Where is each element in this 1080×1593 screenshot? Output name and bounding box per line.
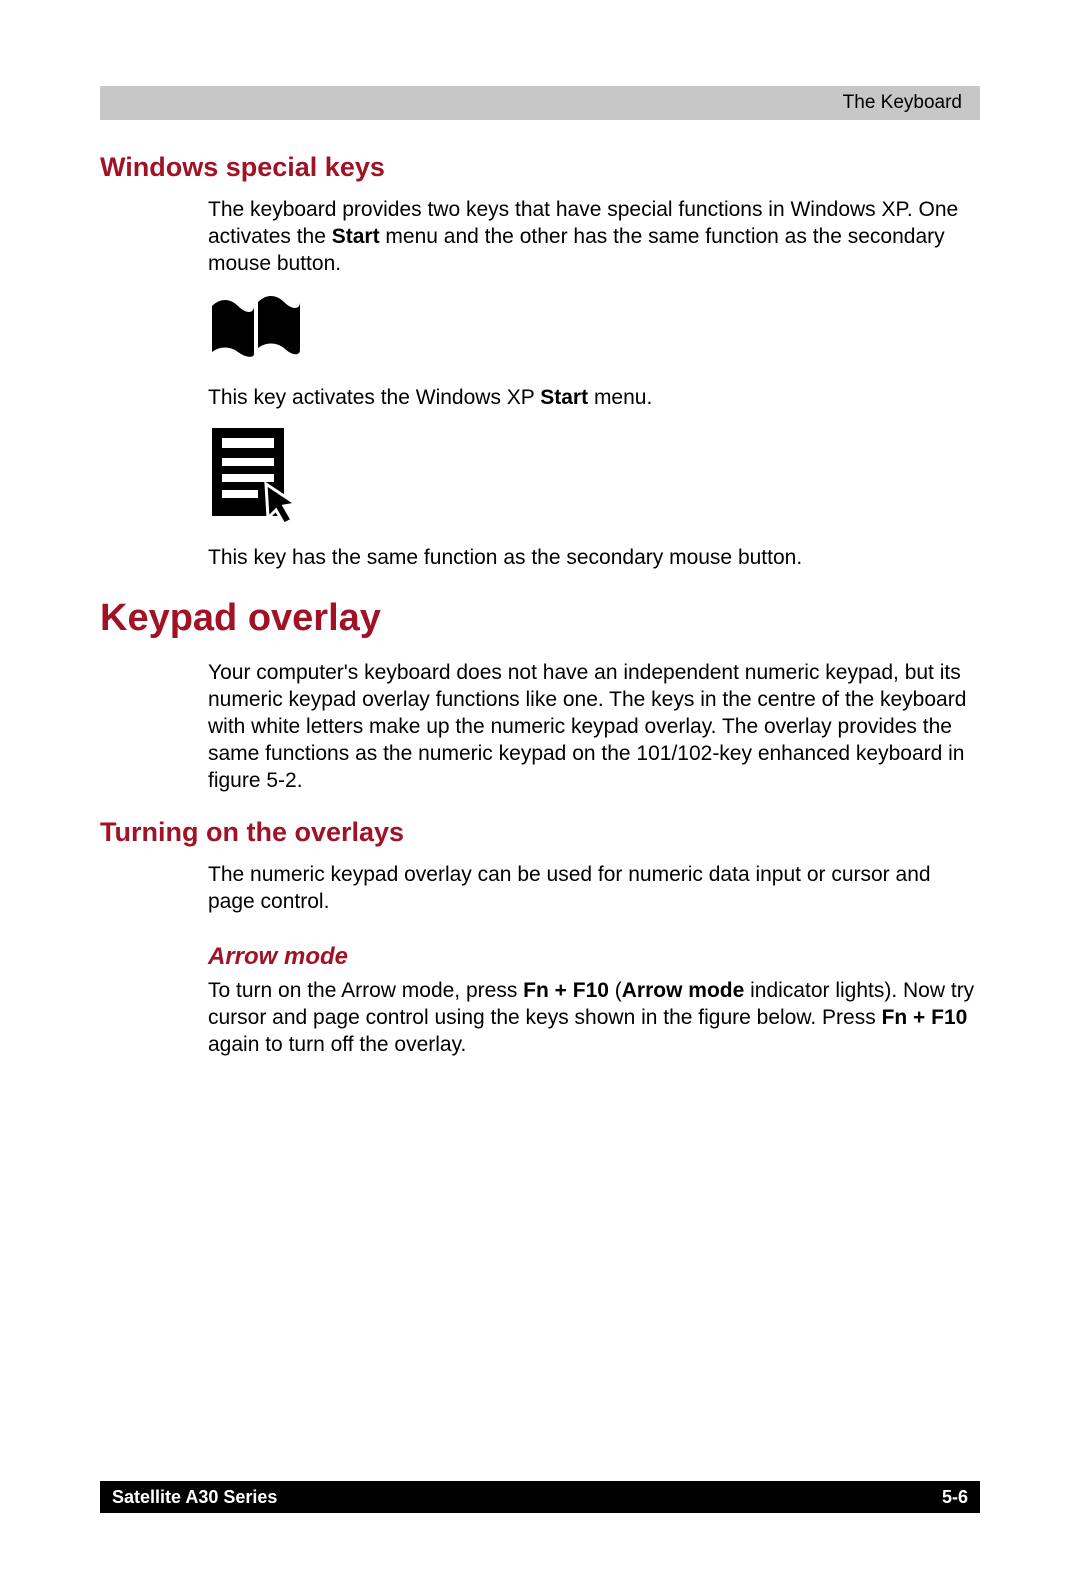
page: The Keyboard Windows special keys The ke… [0,0,1080,1593]
paragraph: Your computer's keyboard does not have a… [100,660,980,794]
bold-text: Start [332,225,380,248]
heading-arrow-mode: Arrow mode [208,942,980,973]
page-footer-bar: Satellite A30 Series 5-6 [100,1481,980,1513]
text: The numeric keypad overlay can be used f… [208,862,980,916]
page-header-bar: The Keyboard [100,86,980,120]
footer-product-name: Satellite A30 Series [112,1487,277,1508]
paragraph: This key activates the Windows XP Start … [100,385,980,412]
page-header-title: The Keyboard [843,92,962,114]
paragraph: The numeric keypad overlay can be used f… [100,862,980,916]
text: To turn on the Arrow mode, press [208,979,523,1002]
footer-page-number: 5-6 [942,1487,968,1508]
heading-keypad-overlay: Keypad overlay [100,597,980,640]
bold-text: Fn + F10 [523,979,609,1002]
text: This key has the same function as the se… [208,545,980,572]
bold-text: Fn + F10 [882,1006,968,1029]
windows-logo-icon [100,292,980,367]
bold-text: Start [540,386,588,409]
heading-turning-on-overlays: Turning on the overlays [100,817,980,848]
arrow-mode-block: Arrow mode To turn on the Arrow mode, pr… [100,942,980,1059]
text: This key activates the Windows XP [208,386,540,409]
heading-windows-special-keys: Windows special keys [100,152,980,183]
text: again to turn off the overlay. [208,1033,466,1056]
paragraph: The keyboard provides two keys that have… [100,197,980,278]
paragraph: This key has the same function as the se… [100,545,980,572]
context-menu-icon [100,426,980,527]
text: Your computer's keyboard does not have a… [208,660,980,794]
bold-text: Arrow mode [622,979,745,1002]
text: ( [609,979,622,1002]
text: menu. [588,386,652,409]
page-content: Windows special keys The keyboard provid… [100,120,980,1059]
